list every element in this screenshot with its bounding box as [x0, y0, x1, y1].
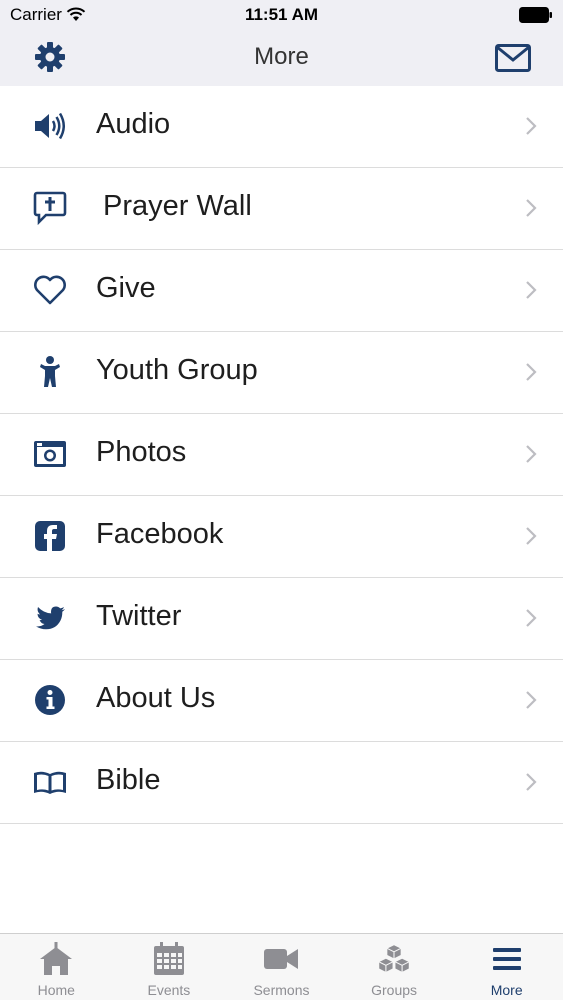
navigation-bar: More — [0, 32, 563, 86]
menu-item-label: Bible — [96, 764, 161, 796]
menu-item-label: Twitter — [96, 600, 182, 632]
page-title: More — [254, 43, 309, 70]
chevron-right-icon — [526, 527, 537, 545]
menu-item-about-us[interactable]: About Us — [0, 660, 563, 742]
menu-item-twitter[interactable]: Twitter — [0, 578, 563, 660]
menu-item-youth-group[interactable]: Youth Group — [0, 332, 563, 414]
chevron-right-icon — [526, 609, 537, 627]
tab-events[interactable]: Events — [113, 934, 226, 1000]
menu-item-prayer-wall[interactable]: Prayer Wall — [0, 168, 563, 250]
chevron-right-icon — [526, 691, 537, 709]
person-icon — [40, 356, 60, 387]
camera-icon — [34, 441, 66, 467]
tab-label: Events — [147, 982, 191, 998]
calendar-icon — [153, 942, 184, 975]
twitter-icon — [36, 606, 65, 630]
chevron-right-icon — [526, 445, 537, 463]
menu-item-label: Audio — [96, 108, 171, 140]
tab-sermons[interactable]: Sermons — [225, 934, 338, 1000]
cubes-icon — [378, 943, 410, 974]
chevron-right-icon — [526, 199, 537, 217]
home-icon — [40, 942, 73, 975]
chevron-right-icon — [526, 363, 537, 381]
menu-item-label: Give — [96, 272, 156, 304]
battery-icon — [519, 7, 552, 23]
tab-groups[interactable]: Groups — [338, 934, 451, 1000]
prayer-wall-icon — [33, 191, 67, 226]
book-icon — [34, 771, 66, 794]
menu-icon — [492, 948, 521, 970]
menu-item-facebook[interactable]: Facebook — [0, 496, 563, 578]
speaker-icon — [35, 112, 65, 140]
menu-item-label: Facebook — [96, 518, 224, 550]
menu-item-photos[interactable]: Photos — [0, 414, 563, 496]
tab-home[interactable]: Home — [0, 934, 113, 1000]
chevron-right-icon — [526, 281, 537, 299]
info-icon — [35, 685, 65, 715]
status-bar: Carrier 11:51 AM — [0, 0, 563, 32]
tab-label: Groups — [371, 982, 418, 998]
status-time: 11:51 AM — [244, 5, 319, 24]
chevron-right-icon — [526, 117, 537, 135]
tab-more[interactable]: More — [450, 934, 563, 1000]
heart-icon — [34, 275, 66, 305]
tab-label: Home — [37, 982, 75, 998]
tab-label: More — [490, 982, 523, 998]
menu-item-label: About Us — [96, 682, 216, 714]
menu-item-label: Youth Group — [96, 354, 258, 386]
menu-item-label: Photos — [96, 436, 187, 468]
tab-label: Sermons — [253, 982, 310, 998]
menu-item-give[interactable]: Give — [0, 250, 563, 332]
more-menu-list: Audio Prayer Wall Give Youth Group Photo… — [0, 86, 563, 824]
menu-item-audio[interactable]: Audio — [0, 86, 563, 168]
menu-item-bible[interactable]: Bible — [0, 742, 563, 824]
tab-bar: Home Events Sermons Groups More — [0, 933, 563, 1000]
chevron-right-icon — [526, 773, 537, 791]
facebook-icon — [35, 521, 65, 551]
menu-item-label: Prayer Wall — [103, 190, 252, 222]
mail-icon[interactable] — [495, 44, 531, 72]
video-icon — [264, 949, 299, 969]
